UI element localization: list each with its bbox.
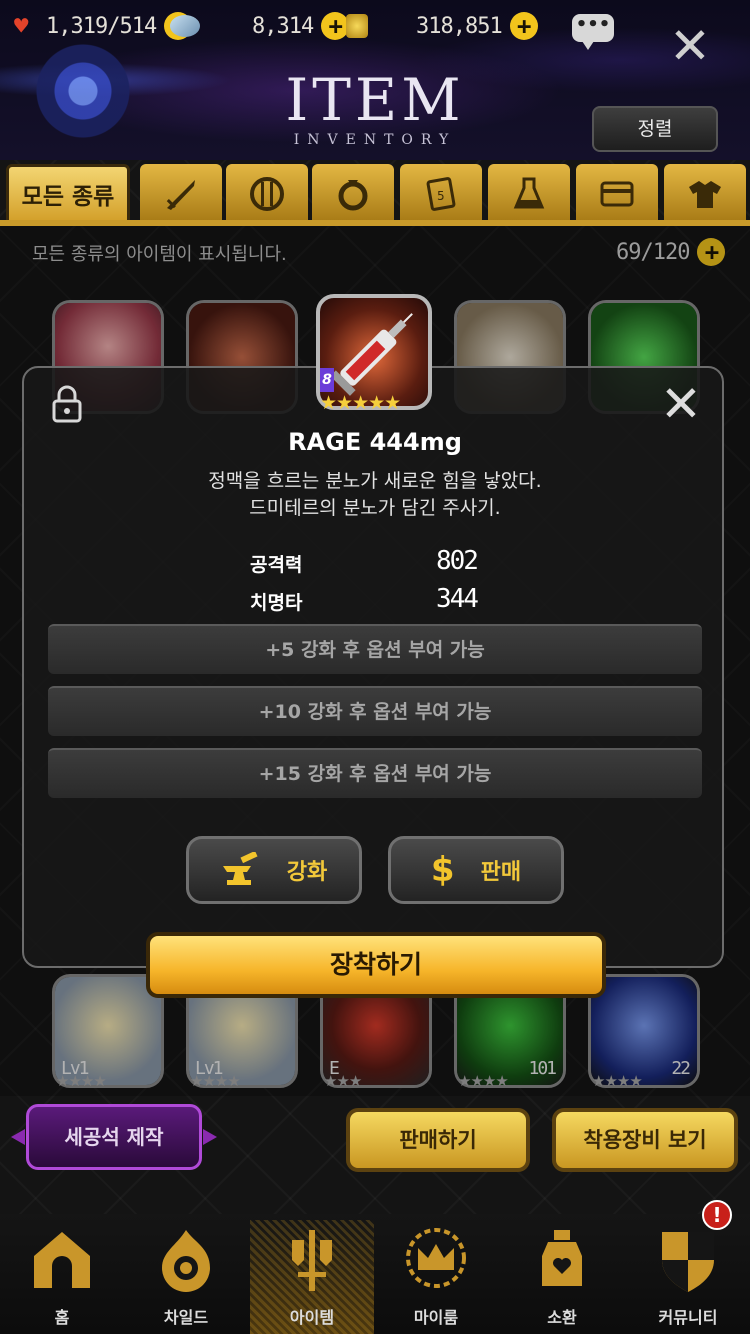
nav-label: 마이룸 — [413, 1308, 459, 1327]
gold-plus-button[interactable]: + — [509, 12, 538, 40]
stamina-value: 1,319 — [46, 13, 108, 39]
lock-icon[interactable] — [50, 384, 84, 424]
stat-label: 치명타 — [250, 592, 303, 614]
tab-card[interactable]: 5 — [400, 164, 482, 224]
nav-item-tab[interactable]: 아이템 — [250, 1220, 374, 1334]
summon-bottle-icon — [542, 1230, 582, 1286]
costume-shirt-icon — [689, 181, 721, 208]
nav-myroom[interactable]: 마이룸 — [374, 1220, 498, 1334]
stat-attack: 공격력 802 — [250, 546, 490, 580]
myroom-crown-icon — [406, 1228, 466, 1288]
notification-badge: ! — [702, 1200, 732, 1230]
gem-resource: 8,314 + — [170, 8, 350, 44]
child-flame-icon — [162, 1230, 210, 1292]
gem-icon — [170, 15, 200, 37]
nav-summon[interactable]: 소환 — [500, 1220, 624, 1334]
enhance-label: 강화 — [286, 860, 328, 885]
card-icon: 5 — [426, 177, 456, 211]
tab-accessory[interactable] — [312, 164, 394, 224]
community-shield-icon — [662, 1232, 714, 1292]
view-equipped-button[interactable]: 착용장비 보기 — [552, 1108, 738, 1172]
sword-icon — [166, 180, 195, 210]
close-icon[interactable]: ✕ — [668, 21, 712, 71]
nav-child[interactable]: 차일드 — [124, 1220, 248, 1334]
item-description-line: 드미테르의 분노가 담긴 주사기. — [249, 497, 501, 519]
tab-armor[interactable] — [226, 164, 308, 224]
nav-label: 아이템 — [289, 1308, 335, 1327]
option-slot: +15 강화 후 옵션 부여 가능 — [48, 748, 702, 798]
stamina-resource: ♥ 1,319 /514 + — [14, 8, 193, 44]
option-slot: +5 강화 후 옵션 부여 가능 — [48, 624, 702, 674]
sell-label: 판매 — [480, 860, 522, 885]
chat-bubble-icon[interactable]: ••• — [572, 14, 614, 50]
item-tier-badge: 8 — [320, 368, 334, 392]
enhance-button[interactable]: 강화 — [186, 836, 362, 904]
gem-craft-button[interactable]: 세공석 제작 — [11, 1104, 217, 1170]
gold-value: 318,851 — [416, 13, 503, 39]
nav-label: 홈 — [54, 1308, 70, 1327]
nav-label: 커뮤니티 — [658, 1308, 718, 1327]
gem-value: 8,314 — [252, 13, 314, 39]
item-description: 정맥을 흐르는 분노가 새로운 힘을 낳았다. 드미테르의 분노가 담긴 주사기… — [0, 468, 750, 522]
modal-close-icon[interactable]: ✕ — [658, 379, 704, 429]
page-subtitle: INVENTORY — [293, 132, 457, 148]
dollar-icon: $ — [430, 850, 455, 890]
stat-critical: 치명타 344 — [250, 584, 490, 618]
sort-button[interactable]: 정렬 — [592, 106, 718, 152]
item-name: RAGE 444mg — [288, 428, 462, 456]
item-description-line: 정맥을 흐르는 분노가 새로운 힘을 낳았다. — [208, 470, 542, 492]
anvil-hammer-icon — [222, 852, 258, 885]
ring-icon — [338, 180, 368, 211]
item-sword-icon — [292, 1230, 332, 1291]
tab-all-types[interactable]: 모든 종류 — [6, 164, 130, 224]
box-icon — [600, 181, 634, 207]
stamina-max: /514 — [107, 13, 157, 39]
sell-item-button[interactable]: $ 판매 — [388, 836, 564, 904]
tab-consumable[interactable] — [488, 164, 570, 224]
home-icon — [34, 1232, 90, 1288]
shield-icon — [250, 177, 284, 211]
rose-emblem — [28, 36, 138, 146]
item-stars: ★★★★★ — [320, 392, 401, 414]
tab-material[interactable] — [576, 164, 658, 224]
gold-resource: 318,851 + — [346, 8, 538, 44]
svg-text:5: 5 — [437, 189, 445, 203]
page-title: ITEM — [285, 66, 465, 134]
stat-value: 344 — [436, 584, 479, 614]
equip-button[interactable]: 장착하기 — [146, 932, 606, 998]
nav-home[interactable]: 홈 — [0, 1220, 124, 1334]
coin-icon — [346, 14, 368, 38]
tab-weapon[interactable] — [140, 164, 222, 224]
stat-value: 802 — [436, 546, 479, 576]
nav-label: 차일드 — [163, 1308, 209, 1327]
bulk-sell-button[interactable]: 판매하기 — [346, 1108, 530, 1172]
category-tabs: 모든 종류 5 — [0, 162, 750, 224]
stat-label: 공격력 — [250, 554, 303, 576]
tab-all-types-label: 모든 종류 — [21, 184, 115, 210]
nav-label: 소환 — [547, 1308, 577, 1327]
syringe-icon — [330, 313, 413, 396]
potion-flask-icon — [513, 177, 545, 209]
option-slot: +10 강화 후 옵션 부여 가능 — [48, 686, 702, 736]
tab-costume[interactable] — [664, 164, 746, 224]
heart-icon: ♥ — [14, 12, 28, 40]
nav-community[interactable]: 커뮤니티 — [626, 1220, 750, 1334]
